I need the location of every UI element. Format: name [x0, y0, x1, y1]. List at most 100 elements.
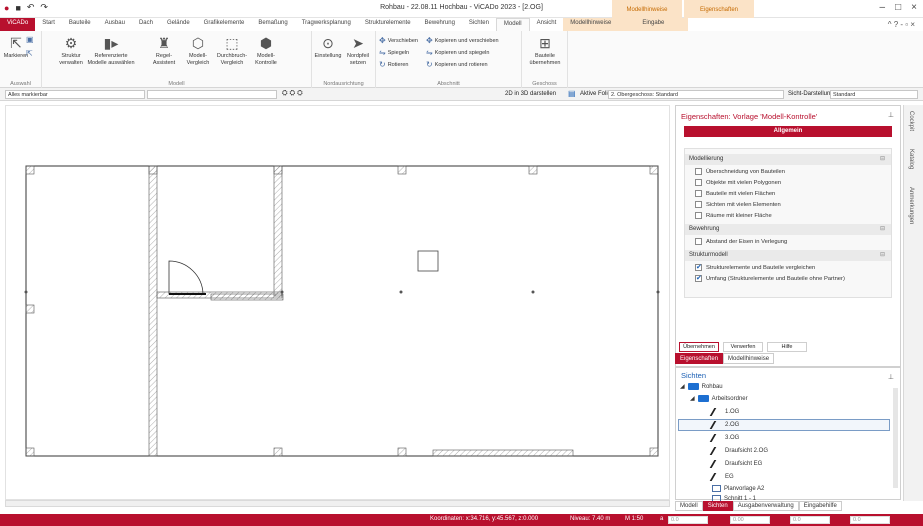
selection-filter-dropdown[interactable]: Alles markierbar [5, 90, 145, 99]
dx-input[interactable]: 0.0 [668, 516, 708, 524]
tab-eingabe[interactable]: Eingabe [618, 18, 689, 31]
tab-sichten[interactable]: Sichten [462, 18, 496, 31]
check-abstand[interactable]: Abstand der Eisen in Verlegung [695, 238, 787, 245]
kopieren-verschieben-button[interactable]: ✥ Kopieren und verschieben [426, 36, 499, 45]
view-display-dropdown[interactable]: Standard [830, 90, 918, 99]
horizontal-scrollbar[interactable] [5, 500, 670, 507]
tab-eingabehilfe[interactable]: Eingabehilfe [798, 501, 842, 511]
dy-input[interactable]: 0.00 [730, 516, 770, 524]
check-umfang[interactable]: ✔ Umfang (Strukturelemente und Bauteile o… [695, 275, 845, 282]
check-raeume[interactable]: Räume mit kleiner Fläche [695, 212, 772, 219]
check-vergleichen[interactable]: ✔ Strukturelemente und Bauteile vergleich… [695, 264, 815, 271]
bauteile-uebernehmen-button[interactable]: ⊞ Bauteile übernehmen [526, 35, 564, 67]
tab-modellhinweise-panel[interactable]: Modellhinweise [723, 353, 775, 364]
tab-bemassung[interactable]: Bemaßung [251, 18, 294, 31]
modell-kontrolle-button[interactable]: ⬢ Modell-Kontrolle [252, 35, 280, 67]
active-layer-dropdown[interactable]: 2. Obergeschoss: Standard [608, 90, 784, 99]
hilfe-button[interactable]: Hilfe [767, 342, 807, 352]
spiegeln-button[interactable]: ⇋ Spiegeln [379, 48, 409, 57]
verwerfen-button[interactable]: Verwerfen [723, 342, 763, 352]
checkbox[interactable] [695, 238, 702, 245]
select-box-icon[interactable]: ▣ [26, 35, 34, 44]
tree-item-draufsicht-eg[interactable]: Draufsicht EG [709, 460, 762, 468]
modell-vergleich-button[interactable]: ⬡ Modell-Vergleich [184, 35, 212, 67]
section-bewehrung[interactable]: Bewehrung ⊟ [685, 224, 891, 235]
check-flaechen[interactable]: Bauteile mit vielen Flächen [695, 190, 775, 197]
select-cursor-icon[interactable]: ⇱ [26, 49, 33, 58]
nordpfeil-setzen-button[interactable]: ➤ Nordpfeil setzen [343, 35, 373, 67]
check-ueberschneidung[interactable]: Überschneidung von Bauteilen [695, 168, 785, 175]
tab-modell[interactable]: Modell [495, 18, 530, 31]
tab-tragwerksplanung[interactable]: Tragwerksplanung [295, 18, 358, 31]
collapse-icon[interactable]: ⊟ [880, 154, 885, 165]
tab-grafikelemente[interactable]: Grafikelemente [197, 18, 252, 31]
rotieren-button[interactable]: ↻ Rotieren [379, 60, 409, 69]
binocular-icons[interactable]: ⛭ ⛭ ⛭ [282, 90, 303, 98]
section-modellierung[interactable]: Modellierung ⊟ [685, 154, 891, 165]
tab-ansicht[interactable]: Ansicht [530, 18, 564, 31]
tab-modellhinweise[interactable]: Modellhinweise [563, 18, 619, 31]
regel-assistent-button[interactable]: ♜ Regel-Assistent [146, 35, 182, 67]
kopieren-spiegeln-button[interactable]: ⇋ Kopieren und spiegeln [426, 48, 489, 57]
maximize-icon[interactable]: □ [895, 2, 901, 13]
einstellung-button[interactable]: ⊙ Einstellung [314, 35, 342, 60]
check-polygone[interactable]: Objekte mit vielen Polygonen [695, 179, 781, 186]
tab-start[interactable]: Start [35, 18, 62, 31]
checkbox[interactable]: ✔ [695, 275, 702, 282]
tab-ausbau[interactable]: Ausbau [98, 18, 132, 31]
expand-icon[interactable]: ◢ [690, 395, 695, 402]
tab-vicado[interactable]: ViCADo [0, 18, 36, 31]
tab-dach[interactable]: Dach [132, 18, 160, 31]
close-icon[interactable]: × [911, 2, 917, 13]
side-tab-anmerkungen[interactable]: Anmerkungen [908, 187, 914, 224]
uebernehmen-button[interactable]: Übernehmen [679, 342, 719, 352]
ribbon-help-icon[interactable]: ^ ? - ▫ × [880, 18, 923, 31]
tab-strukturelemente[interactable]: Strukturelemente [358, 18, 418, 31]
collapse-icon[interactable]: ⊟ [880, 250, 885, 261]
dz-input[interactable]: 0.0 [790, 516, 830, 524]
tree-item-3og[interactable]: 3.OG [709, 434, 739, 442]
drawing-canvas[interactable] [5, 105, 670, 500]
tree-item-2og[interactable]: 2.OG [709, 421, 739, 429]
pin-icon[interactable]: ⊥ [888, 111, 894, 119]
checkbox[interactable] [695, 168, 702, 175]
tab-sichten-bottom[interactable]: Sichten [702, 501, 733, 511]
tab-gelaende[interactable]: Gelände [160, 18, 197, 31]
tree-item-rohbau[interactable]: ◢ Rohbau [680, 383, 723, 390]
kopieren-rotieren-button[interactable]: ↻ Kopieren und rotieren [426, 60, 488, 69]
tree-item-1og[interactable]: 1.OG [709, 408, 739, 416]
durchbruch-vergleich-button[interactable]: ⬚ Durchbruch-Vergleich [214, 35, 250, 67]
minimize-icon[interactable]: – [880, 2, 886, 13]
tree-item-arbeitsordner[interactable]: ◢ Arbeitsordner [690, 395, 748, 402]
tab-bewehrung[interactable]: Bewehrung [418, 18, 462, 31]
w-input[interactable]: 0.0 [850, 516, 890, 524]
side-tab-katalog[interactable]: Katalog [908, 149, 914, 169]
collapse-icon[interactable]: ⊟ [880, 224, 885, 235]
checkbox[interactable] [695, 190, 702, 197]
verschieben-button[interactable]: ✥ Verschieben [379, 36, 418, 45]
side-tab-cockpit[interactable]: Cockpit [908, 111, 914, 131]
checkbox[interactable] [695, 179, 702, 186]
check-sichten[interactable]: Sichten mit vielen Elementen [695, 201, 781, 208]
expand-icon[interactable]: ◢ [680, 383, 685, 390]
referenzierte-modelle-button[interactable]: ▮▸ Referenzierte Modelle auswählen [86, 35, 136, 67]
checkbox[interactable] [695, 212, 702, 219]
pin-icon[interactable]: ⊥ [888, 373, 894, 381]
tree-item-planvorlage[interactable]: Planvorlage A2 [712, 485, 764, 492]
section-strukturmodell[interactable]: Strukturmodell ⊟ [685, 250, 891, 261]
tab-bauteile[interactable]: Bauteile [62, 18, 98, 31]
tab-ausgabenverwaltung[interactable]: Ausgabenverwaltung [732, 501, 799, 511]
check-label: Bauteile mit vielen Flächen [706, 190, 776, 197]
struktur-verwalten-button[interactable]: ⚙ Struktur verwalten [56, 35, 86, 67]
tab-modell-bottom[interactable]: Modell [675, 501, 703, 511]
checkbox[interactable]: ✔ [695, 264, 702, 271]
allgemein-header[interactable]: Allgemein [684, 126, 892, 137]
checkbox[interactable] [695, 201, 702, 208]
tab-eigenschaften[interactable]: Eigenschaften [675, 353, 724, 364]
window-controls: – □ × [880, 2, 917, 13]
views-scrollbar[interactable] [893, 388, 898, 488]
twod-in-3d-toggle[interactable]: 2D in 3D darstellen [505, 91, 556, 97]
tree-item-draufsicht-2og[interactable]: Draufsicht 2.OG [709, 447, 768, 455]
search-input[interactable] [147, 90, 277, 99]
tree-item-eg[interactable]: EG [709, 473, 734, 481]
